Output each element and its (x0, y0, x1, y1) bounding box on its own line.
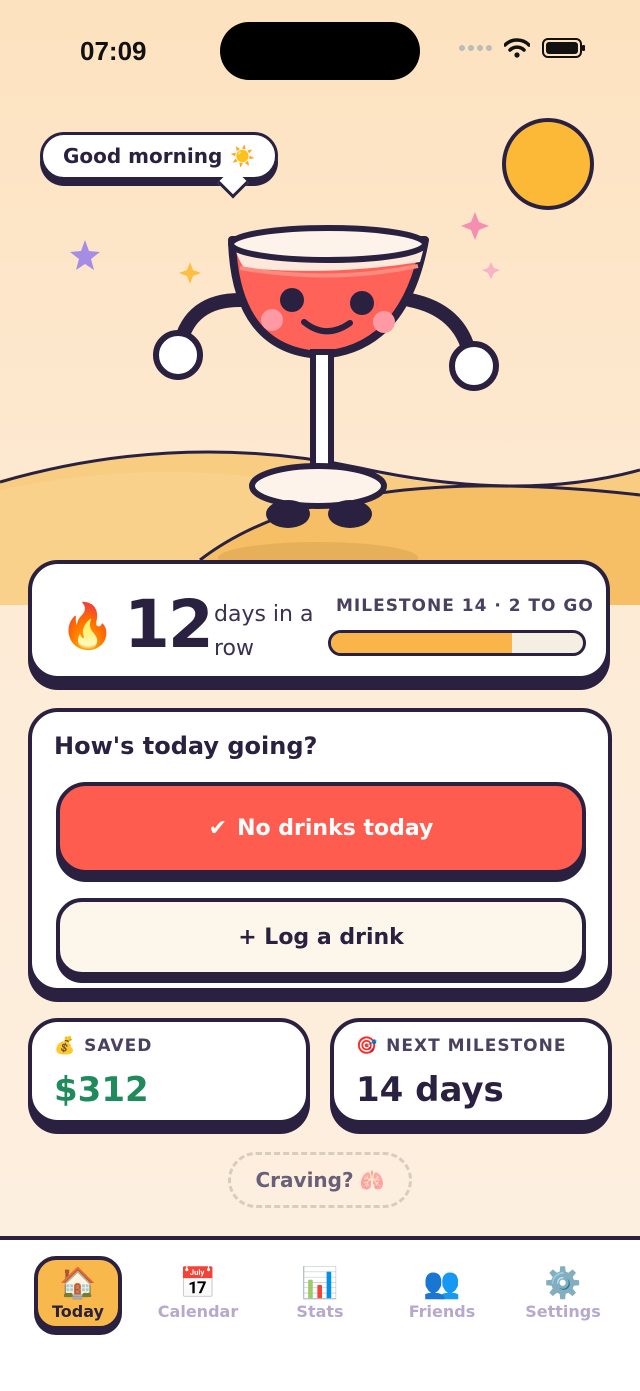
saved-label: SAVED (84, 1036, 153, 1056)
next-milestone-label-row: 🎯 NEXT MILESTONE (356, 1036, 566, 1056)
next-milestone-value: 14 days (356, 1070, 504, 1110)
bar-chart-icon: 📊 (301, 1265, 339, 1301)
milestone-progress-fill (331, 633, 513, 653)
target-icon: 🎯 (356, 1036, 379, 1056)
tab-today-label: Today (52, 1301, 104, 1321)
saved-label-row: 💰 SAVED (54, 1036, 152, 1056)
hero-scene (0, 118, 640, 605)
log-drink-label: + Log a drink (238, 924, 404, 950)
flame-icon: 🔥 (60, 601, 115, 652)
next-milestone-label: NEXT MILESTONE (386, 1036, 567, 1056)
house-icon: 🏠 (59, 1265, 97, 1301)
hero-illustration: Good morning ☀️ (0, 0, 640, 605)
lungs-icon: 🫁 (359, 1168, 385, 1192)
streak-count: 12 (124, 586, 214, 663)
milestone-label: MILESTONE 14 · 2 TO GO (336, 596, 594, 616)
money-bag-icon: 💰 (54, 1036, 77, 1056)
friends-icon: 👥 (423, 1265, 461, 1301)
craving-button[interactable]: Craving? 🫁 (228, 1152, 412, 1208)
tab-settings[interactable]: ⚙️ Settings (519, 1256, 607, 1330)
tab-calendar-label: Calendar (157, 1301, 239, 1321)
tab-stats-label: Stats (296, 1301, 344, 1321)
no-drinks-button[interactable]: ✔ No drinks today (56, 782, 586, 874)
calendar-icon: 📅 (179, 1265, 217, 1301)
saved-card: 💰 SAVED $312 (28, 1018, 310, 1124)
check-icon: ✔ (208, 815, 228, 841)
sun-icon (502, 118, 594, 210)
tab-friends-label: Friends (408, 1301, 476, 1321)
no-drinks-label: No drinks today (237, 815, 434, 841)
gear-icon: ⚙️ (544, 1265, 582, 1301)
tab-bar: 🏠 Today 📅 Calendar 📊 Stats 👥 Friends ⚙️ … (0, 1236, 640, 1391)
tab-friends[interactable]: 👥 Friends (398, 1256, 486, 1330)
log-drink-button[interactable]: + Log a drink (56, 898, 586, 976)
tab-calendar[interactable]: 📅 Calendar (154, 1256, 242, 1330)
tab-today[interactable]: 🏠 Today (34, 1256, 122, 1330)
craving-label: Craving? (255, 1168, 354, 1192)
tab-stats[interactable]: 📊 Stats (276, 1256, 364, 1330)
streak-card: 🔥 12 days in a row MILESTONE 14 · 2 TO G… (28, 560, 610, 680)
today-title: How's today going? (54, 732, 318, 760)
saved-value: $312 (54, 1070, 149, 1110)
sun-emoji-icon: ☀️ (230, 144, 256, 168)
greeting-text: Good morning (63, 144, 223, 168)
streak-label: days in a row (214, 602, 314, 661)
milestone-progress-bar (328, 630, 586, 656)
next-milestone-card: 🎯 NEXT MILESTONE 14 days (330, 1018, 612, 1124)
today-card: How's today going? ✔ No drinks today + L… (28, 708, 612, 992)
tab-settings-label: Settings (525, 1301, 601, 1321)
greeting-bubble: Good morning ☀️ (40, 132, 279, 180)
